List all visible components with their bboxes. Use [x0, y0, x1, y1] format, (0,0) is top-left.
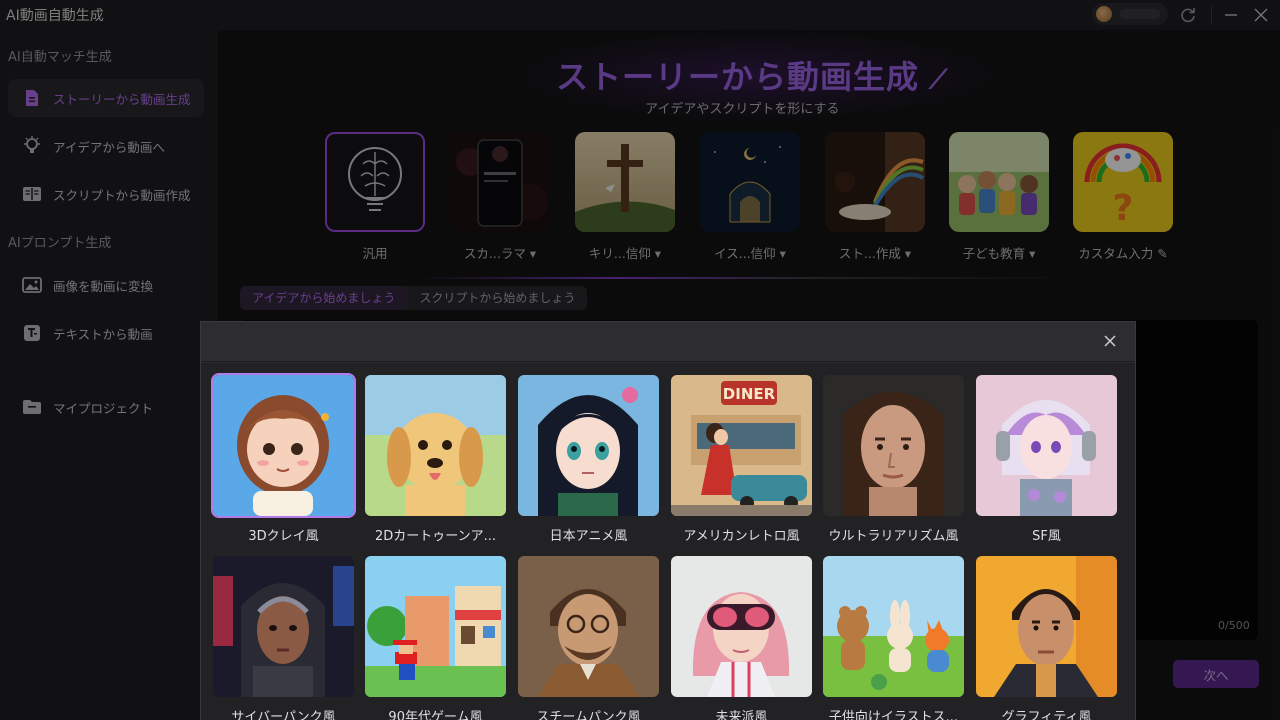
- style-thumbnail: [518, 375, 659, 516]
- style-thumbnail: [365, 556, 506, 697]
- style-label: SF風: [1032, 529, 1061, 544]
- diner-sign: DINER: [723, 385, 776, 403]
- style-thumbnail: [365, 375, 506, 516]
- style-card-futurism[interactable]: 未来派風: [671, 556, 812, 720]
- style-card-cyberpunk[interactable]: サイバーパンク風: [213, 556, 354, 720]
- style-label: 子供向けイラストス...: [828, 710, 959, 720]
- style-label: アメリカンレトロ風: [683, 529, 800, 544]
- style-thumbnail: [976, 375, 1117, 516]
- style-card-sci-fi[interactable]: SF風: [976, 375, 1117, 544]
- style-thumbnail: [518, 556, 659, 697]
- style-picker-modal: 3Dクレイ風 2Dカートゥーンア... 日本アニメ風 DINER アメリカンレト…: [200, 321, 1136, 720]
- style-label: 未来派風: [715, 710, 768, 720]
- style-thumbnail: [671, 556, 812, 697]
- style-thumbnail: [211, 373, 356, 518]
- style-card-kids-illustration[interactable]: 子供向けイラストス...: [823, 556, 964, 720]
- style-label: サイバーパンク風: [231, 710, 336, 720]
- style-grid: 3Dクレイ風 2Dカートゥーンア... 日本アニメ風 DINER アメリカンレト…: [201, 363, 1135, 720]
- style-label: 日本アニメ風: [549, 529, 628, 544]
- style-thumbnail: [823, 375, 964, 516]
- style-card-3d-clay[interactable]: 3Dクレイ風: [211, 373, 356, 544]
- style-card-2d-cartoon[interactable]: 2Dカートゥーンア...: [365, 375, 506, 544]
- style-thumbnail: [976, 556, 1117, 697]
- style-label: 90年代ゲーム風: [388, 710, 483, 720]
- style-card-steampunk[interactable]: スチームパンク風: [518, 556, 659, 720]
- style-label: 2Dカートゥーンア...: [374, 529, 497, 544]
- style-card-90s-game[interactable]: 90年代ゲーム風: [365, 556, 506, 720]
- style-label: ウルトラリアリズム風: [828, 529, 959, 544]
- style-label: 3Dクレイ風: [248, 529, 319, 544]
- style-card-graffiti[interactable]: グラフィティ風: [976, 556, 1117, 720]
- style-card-japanese-anime[interactable]: 日本アニメ風: [518, 375, 659, 544]
- style-thumbnail: DINER: [671, 375, 812, 516]
- modal-header: [201, 322, 1135, 362]
- style-card-ultra-realism[interactable]: ウルトラリアリズム風: [823, 375, 964, 544]
- style-thumbnail: [213, 556, 354, 697]
- style-label: グラフィティ風: [1001, 710, 1092, 720]
- style-thumbnail: [823, 556, 964, 697]
- style-label: スチームパンク風: [536, 710, 641, 720]
- close-icon[interactable]: [1101, 332, 1119, 350]
- style-card-american-retro[interactable]: DINER アメリカンレトロ風: [671, 375, 812, 544]
